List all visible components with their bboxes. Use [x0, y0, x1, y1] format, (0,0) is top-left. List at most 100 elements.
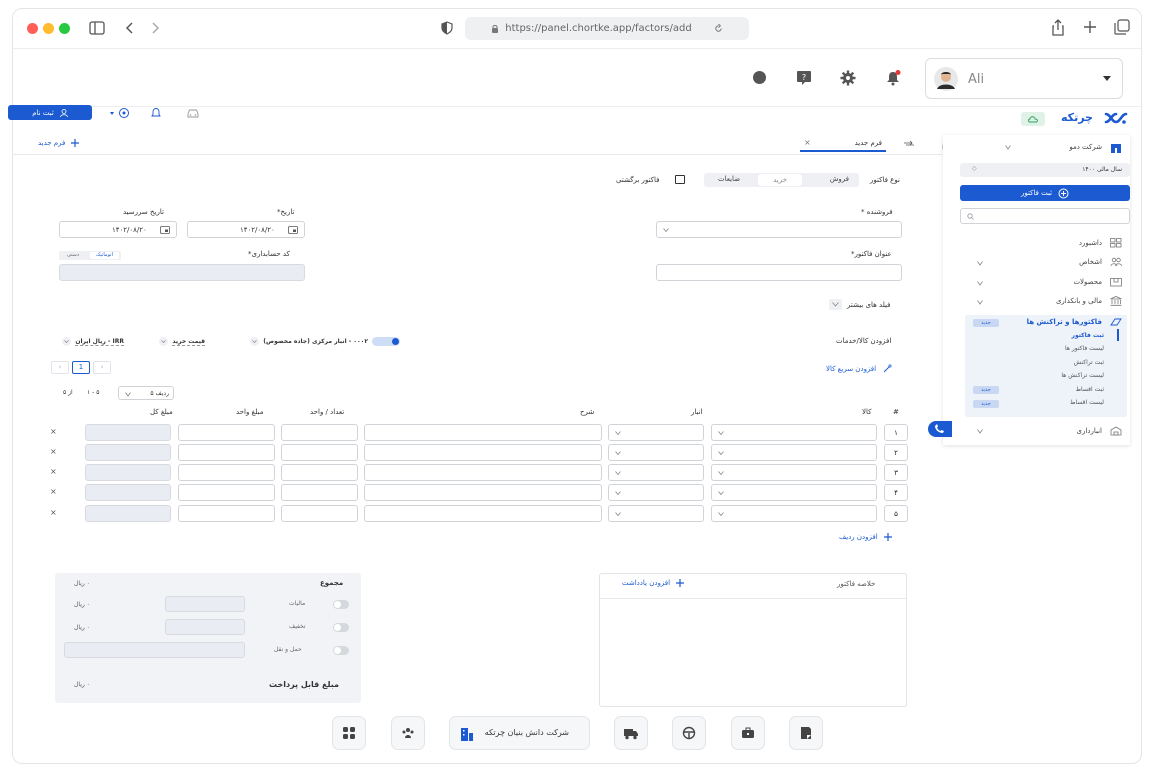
- add-note-button[interactable]: افزودن یادداشت: [622, 579, 685, 587]
- submenu-new-installments[interactable]: ثبت اقساط: [1075, 386, 1104, 393]
- forward-arrow-icon[interactable]: [150, 21, 160, 35]
- warehouse-select[interactable]: [608, 484, 704, 501]
- description-input[interactable]: [364, 424, 602, 441]
- back-arrow-icon[interactable]: [125, 21, 135, 35]
- sidebar-item-finance[interactable]: مالی و بانکداری: [1056, 296, 1122, 306]
- code-mode-manual[interactable]: دستی: [67, 252, 79, 258]
- more-fields-label[interactable]: فیلد های بیشتر: [847, 301, 890, 309]
- user-menu[interactable]: Ali: [925, 58, 1123, 99]
- car-icon[interactable]: [186, 107, 200, 119]
- product-select[interactable]: [711, 444, 877, 461]
- dock-notes-button[interactable]: [789, 716, 823, 750]
- accounting-code-input[interactable]: [59, 264, 305, 281]
- delete-row-icon[interactable]: ×: [50, 487, 57, 496]
- maximize-window-button[interactable]: [59, 23, 70, 34]
- chevron-down-icon[interactable]: [977, 261, 983, 266]
- chevron-down-icon[interactable]: [977, 281, 983, 286]
- dock-briefcase-button[interactable]: [731, 716, 765, 750]
- price-chip[interactable]: قیمت خرید: [145, 336, 205, 347]
- address-bar[interactable]: https://panel.chortke.app/factors/add: [465, 17, 749, 40]
- warehouse-select[interactable]: [608, 505, 704, 522]
- help-icon[interactable]: ?: [796, 70, 812, 86]
- reload-icon[interactable]: [714, 24, 723, 33]
- quantity-input[interactable]: [281, 484, 358, 501]
- sidebar-item-persons[interactable]: اشخاص: [1079, 257, 1122, 267]
- discount-input[interactable]: [165, 619, 245, 635]
- submenu-new-transaction[interactable]: ثبت تراکنش: [1074, 359, 1104, 366]
- share-icon[interactable]: [1051, 19, 1065, 36]
- calendar-icon[interactable]: [288, 226, 298, 234]
- sidebar-item-invoices[interactable]: فاکتورها و تراکنش ها: [1027, 317, 1122, 327]
- delete-row-icon[interactable]: ×: [50, 447, 57, 456]
- quick-add-button[interactable]: افزودن سریع کالا: [826, 363, 894, 374]
- type-option-sale[interactable]: فروش: [830, 175, 849, 183]
- delete-row-icon[interactable]: ×: [50, 427, 57, 436]
- product-select[interactable]: [711, 505, 877, 522]
- warehouse-chip[interactable]: ۰۰۰۲ - انبار مرکزی (جاده مخصوص): [237, 336, 400, 347]
- description-input[interactable]: [364, 444, 602, 461]
- type-option-waste[interactable]: ضایعات: [718, 175, 740, 183]
- tab-overview-icon[interactable]: [1114, 19, 1130, 35]
- currency-chip[interactable]: IRR - ریال ایران: [50, 336, 124, 347]
- chevron-down-icon[interactable]: [977, 300, 983, 305]
- page-button-current[interactable]: 1: [72, 361, 90, 374]
- warehouse-select[interactable]: [608, 424, 704, 441]
- return-invoice-checkbox[interactable]: [675, 175, 685, 184]
- new-tab-icon[interactable]: [1083, 20, 1097, 34]
- support-call-button[interactable]: [928, 421, 952, 437]
- unit-price-input[interactable]: [178, 464, 275, 481]
- new-form-link[interactable]: فرم جدید: [38, 139, 80, 147]
- quantity-input[interactable]: [281, 464, 358, 481]
- warehouse-toggle[interactable]: [372, 337, 400, 346]
- code-mode-auto[interactable]: اتوماتیک: [90, 252, 119, 259]
- sidebar-item-dashboard[interactable]: داشبورد: [1079, 238, 1122, 248]
- type-option-purchase[interactable]: خرید: [758, 174, 802, 186]
- search-icon[interactable]: [752, 70, 768, 86]
- more-fields-toggle[interactable]: [829, 299, 842, 310]
- discount-toggle[interactable]: [333, 623, 349, 632]
- sidebar-item-products[interactable]: محصولات: [1073, 277, 1122, 287]
- chevron-down-icon[interactable]: [977, 429, 983, 434]
- sidebar-toggle-icon[interactable]: [89, 21, 105, 35]
- quantity-input[interactable]: [281, 505, 358, 522]
- product-select[interactable]: [711, 464, 877, 481]
- gear-icon[interactable]: [840, 70, 856, 86]
- delete-row-icon[interactable]: ×: [50, 467, 57, 476]
- sidebar-item-inventory[interactable]: انبارداری: [1077, 426, 1122, 436]
- quantity-input[interactable]: [281, 444, 358, 461]
- sidebar-search-input[interactable]: [960, 208, 1130, 224]
- add-row-button[interactable]: افزودن ردیف: [839, 533, 892, 541]
- date-field[interactable]: ۱۴۰۲/۰۸/۲۰: [187, 221, 305, 238]
- dock-team-button[interactable]: [391, 716, 425, 750]
- submenu-transaction-list[interactable]: لیست تراکنش ها: [1061, 372, 1104, 379]
- caret-down-icon[interactable]: [110, 112, 114, 115]
- unit-price-input[interactable]: [178, 424, 275, 441]
- shipping-toggle[interactable]: [333, 646, 349, 655]
- description-input[interactable]: [364, 464, 602, 481]
- fiscal-year-selector[interactable]: سال مالی ۱۴۰۰ ◇: [960, 163, 1130, 177]
- rows-per-page-select[interactable]: ۵ ردیف: [118, 386, 174, 400]
- delete-row-icon[interactable]: ×: [50, 508, 57, 517]
- tab-arrows-icon[interactable]: [903, 140, 915, 148]
- warehouse-select[interactable]: [608, 464, 704, 481]
- sync-settings-icon[interactable]: [118, 107, 130, 119]
- close-tab-icon[interactable]: ×: [804, 138, 811, 147]
- minimize-window-button[interactable]: [43, 23, 54, 34]
- notification-bell-icon[interactable]: [885, 70, 901, 86]
- unit-price-input[interactable]: [178, 444, 275, 461]
- seller-select[interactable]: [656, 221, 902, 238]
- due-date-field[interactable]: ۱۴۰۲/۰۸/۲۰: [59, 221, 177, 238]
- submenu-installment-list[interactable]: لیست اقساط: [1070, 399, 1104, 406]
- unit-price-input[interactable]: [178, 505, 275, 522]
- dock-steering-button[interactable]: [672, 716, 706, 750]
- company-selector[interactable]: شرکت دمو: [951, 139, 1122, 155]
- submenu-invoice-list[interactable]: لیست فاکتور ها: [1065, 345, 1104, 352]
- product-select[interactable]: [711, 424, 877, 441]
- description-input[interactable]: [364, 484, 602, 501]
- calendar-icon[interactable]: [160, 226, 170, 234]
- close-window-button[interactable]: [27, 23, 38, 34]
- next-page-button[interactable]: ›: [93, 361, 111, 374]
- tab-new-form[interactable]: × فرم جدید: [800, 137, 886, 152]
- submenu-new-invoice[interactable]: ثبت فاکتور: [1072, 332, 1104, 339]
- unit-price-input[interactable]: [178, 484, 275, 501]
